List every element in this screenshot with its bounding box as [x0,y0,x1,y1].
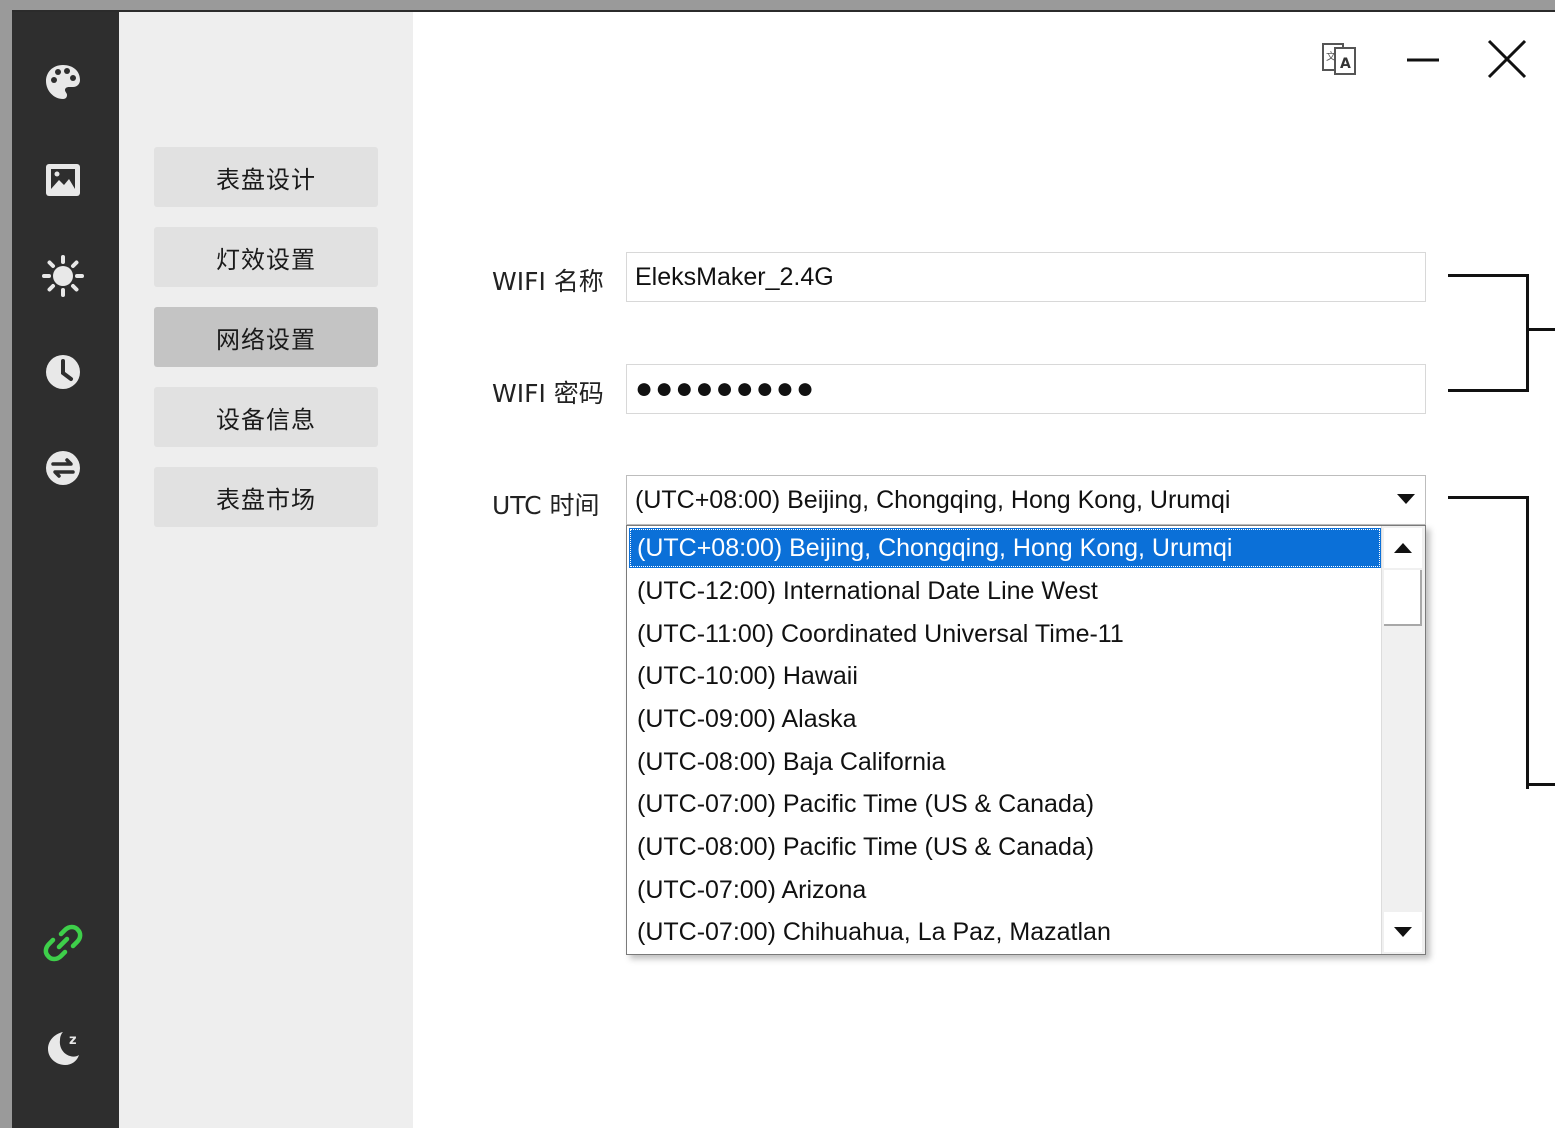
wifi-bracket-line [1526,328,1555,331]
image-icon[interactable] [40,157,86,203]
timezone-option[interactable]: (UTC-07:00) Chihuahua, La Paz, Mazatlan [629,912,1381,952]
wifi-password-label: WIFI 密码 [492,379,604,408]
menu-dial-market[interactable]: 表盘市场 [154,467,378,527]
utc-selected-value: (UTC+08:00) Beijing, Chongqing, Hong Kon… [635,485,1231,514]
timezone-option[interactable]: (UTC-09:00) Alaska [629,699,1381,739]
icon-rail: z [12,12,119,1128]
minimize-icon[interactable] [1398,34,1448,84]
chevron-down-icon [1394,927,1412,937]
close-icon[interactable] [1482,34,1532,84]
utc-bracket-line [1526,783,1555,786]
wifi-bracket [1448,274,1529,392]
utc-label: UTC 时间 [492,491,600,520]
timezone-option[interactable]: (UTC-08:00) Baja California [629,742,1381,782]
timezone-option[interactable]: (UTC-10:00) Hawaii [629,656,1381,696]
svg-text:z: z [69,1033,77,1048]
wifi-name-input[interactable]: EleksMaker_2.4G [626,252,1426,302]
menu-light-effects[interactable]: 灯效设置 [154,227,378,287]
settings-window: z 表盘设计 灯效设置 网络设置 设备信息 表盘市场 文 A WIFI 名称 E… [12,10,1555,1128]
utc-timezone-select[interactable]: (UTC+08:00) Beijing, Chongqing, Hong Kon… [626,475,1426,525]
timezone-option[interactable]: (UTC-12:00) International Date Line West [629,571,1381,611]
app-root: z 表盘设计 灯效设置 网络设置 设备信息 表盘市场 文 A WIFI 名称 E… [0,0,1555,1128]
settings-menu: 表盘设计 灯效设置 网络设置 设备信息 表盘市场 [119,12,413,1128]
language-icon[interactable]: 文 A [1315,34,1365,84]
dropdown-scrollbar[interactable] [1381,526,1425,954]
wifi-name-label: WIFI 名称 [492,267,604,296]
chevron-down-icon [1397,494,1415,504]
timezone-option[interactable]: (UTC-08:00) Pacific Time (US & Canada) [629,827,1381,867]
timezone-dropdown-list[interactable]: (UTC+08:00) Beijing, Chongqing, Hong Kon… [626,525,1426,955]
link-icon[interactable] [40,920,86,966]
transfer-icon[interactable] [40,445,86,491]
svg-text:文: 文 [1326,50,1336,63]
timezone-option[interactable]: (UTC-07:00) Arizona [629,870,1381,910]
utc-bracket [1448,496,1529,789]
svg-text:A: A [1340,56,1351,72]
sleep-icon[interactable]: z [40,1025,86,1071]
timezone-option[interactable]: (UTC-11:00) Coordinated Universal Time-1… [629,614,1381,654]
menu-device-info[interactable]: 设备信息 [154,387,378,447]
menu-network-settings[interactable]: 网络设置 [154,307,378,367]
menu-dial-design[interactable]: 表盘设计 [154,147,378,207]
brightness-icon[interactable] [40,253,86,299]
scroll-up-button[interactable] [1384,528,1422,568]
clock-icon[interactable] [40,349,86,395]
scroll-down-button[interactable] [1384,912,1422,952]
scrollbar-thumb[interactable] [1384,570,1422,626]
palette-icon[interactable] [40,59,86,105]
wifi-password-input[interactable]: ●●●●●●●●● [626,364,1426,414]
timezone-option[interactable]: (UTC+08:00) Beijing, Chongqing, Hong Kon… [629,528,1381,568]
chevron-up-icon [1394,543,1412,553]
timezone-option[interactable]: (UTC-07:00) Pacific Time (US & Canada) [629,784,1381,824]
